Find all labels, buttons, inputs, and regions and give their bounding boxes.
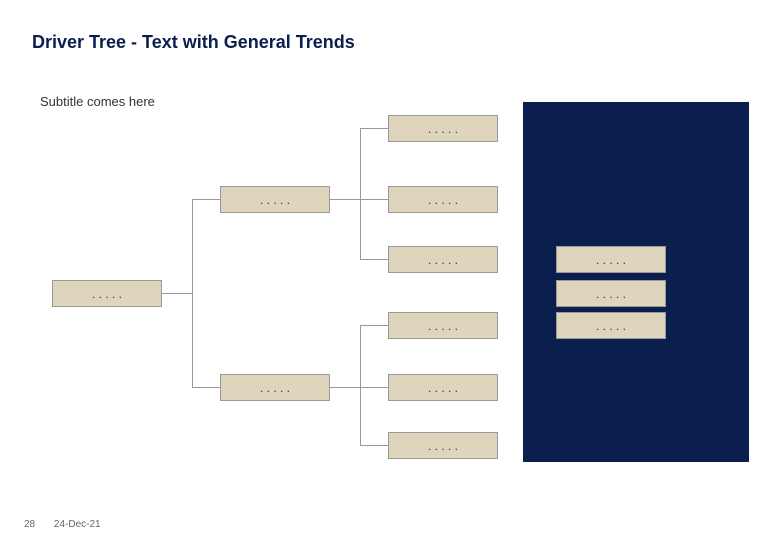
tree-leaf-4: . . . . . [388,312,498,339]
connector [162,293,192,294]
footer-date: 24-Dec-21 [54,519,101,530]
tree-root-box: . . . . . [52,280,162,307]
tree-leaf-3: . . . . . [388,246,498,273]
tree-branch-bottom: . . . . . [220,374,330,401]
slide-subtitle: Subtitle comes here [40,94,155,109]
connector [360,445,388,446]
trend-box-2: . . . . . [556,280,666,307]
connector [360,387,388,388]
connector [192,199,220,200]
tree-leaf-1: . . . . . [388,115,498,142]
connector [192,199,193,388]
connector [360,325,388,326]
trend-box-1: . . . . . [556,246,666,273]
tree-leaf-2: . . . . . [388,186,498,213]
tree-leaf-6: . . . . . [388,432,498,459]
tree-leaf-5: . . . . . [388,374,498,401]
connector [360,259,388,260]
tree-branch-top: . . . . . [220,186,330,213]
connector [330,199,360,200]
connector [360,128,361,260]
slide-title: Driver Tree - Text with General Trends [32,32,355,53]
slide-footer: 28 24-Dec-21 [24,519,101,530]
page-number: 28 [24,519,35,530]
connector [360,128,388,129]
connector [360,199,388,200]
connector [192,387,220,388]
connector [330,387,360,388]
connector [360,325,361,446]
trend-box-3: . . . . . [556,312,666,339]
